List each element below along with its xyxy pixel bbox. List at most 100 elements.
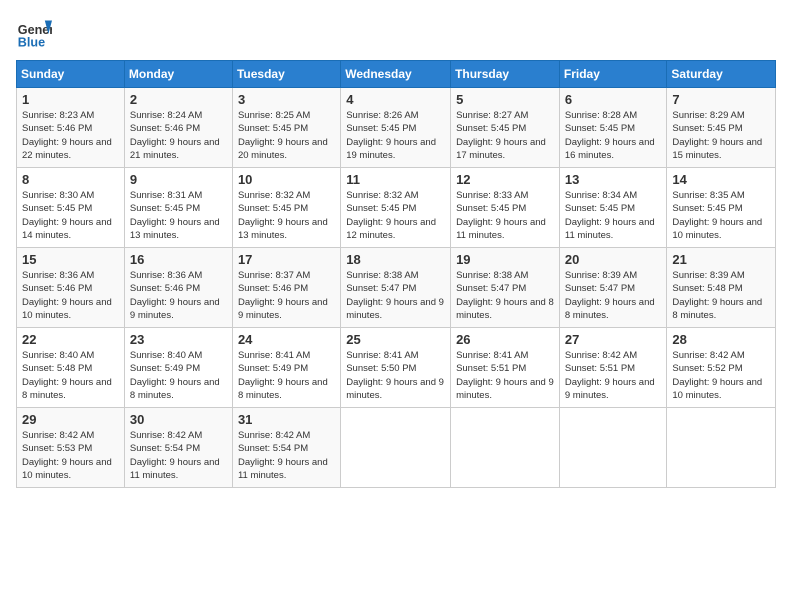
day-detail: Sunrise: 8:40 AMSunset: 5:49 PMDaylight:… xyxy=(130,349,227,402)
calendar-cell xyxy=(559,408,667,488)
page-header: General Blue xyxy=(16,16,776,52)
day-number: 8 xyxy=(22,172,119,187)
day-detail: Sunrise: 8:35 AMSunset: 5:45 PMDaylight:… xyxy=(672,189,770,242)
calendar-cell: 3 Sunrise: 8:25 AMSunset: 5:45 PMDayligh… xyxy=(232,88,340,168)
col-friday: Friday xyxy=(559,61,667,88)
day-number: 21 xyxy=(672,252,770,267)
day-number: 28 xyxy=(672,332,770,347)
day-number: 4 xyxy=(346,92,445,107)
day-detail: Sunrise: 8:34 AMSunset: 5:45 PMDaylight:… xyxy=(565,189,662,242)
calendar-cell xyxy=(341,408,451,488)
calendar-cell: 28 Sunrise: 8:42 AMSunset: 5:52 PMDaylig… xyxy=(667,328,776,408)
day-number: 30 xyxy=(130,412,227,427)
calendar-week-4: 22 Sunrise: 8:40 AMSunset: 5:48 PMDaylig… xyxy=(17,328,776,408)
day-detail: Sunrise: 8:23 AMSunset: 5:46 PMDaylight:… xyxy=(22,109,119,162)
calendar-cell xyxy=(451,408,560,488)
day-number: 24 xyxy=(238,332,335,347)
calendar-cell: 12 Sunrise: 8:33 AMSunset: 5:45 PMDaylig… xyxy=(451,168,560,248)
calendar-cell: 18 Sunrise: 8:38 AMSunset: 5:47 PMDaylig… xyxy=(341,248,451,328)
day-detail: Sunrise: 8:36 AMSunset: 5:46 PMDaylight:… xyxy=(130,269,227,322)
calendar-cell: 22 Sunrise: 8:40 AMSunset: 5:48 PMDaylig… xyxy=(17,328,125,408)
day-detail: Sunrise: 8:42 AMSunset: 5:54 PMDaylight:… xyxy=(238,429,335,482)
day-detail: Sunrise: 8:30 AMSunset: 5:45 PMDaylight:… xyxy=(22,189,119,242)
day-number: 17 xyxy=(238,252,335,267)
day-number: 25 xyxy=(346,332,445,347)
calendar-cell: 21 Sunrise: 8:39 AMSunset: 5:48 PMDaylig… xyxy=(667,248,776,328)
calendar-cell: 9 Sunrise: 8:31 AMSunset: 5:45 PMDayligh… xyxy=(124,168,232,248)
day-detail: Sunrise: 8:42 AMSunset: 5:53 PMDaylight:… xyxy=(22,429,119,482)
day-detail: Sunrise: 8:41 AMSunset: 5:50 PMDaylight:… xyxy=(346,349,445,402)
day-number: 18 xyxy=(346,252,445,267)
day-detail: Sunrise: 8:27 AMSunset: 5:45 PMDaylight:… xyxy=(456,109,554,162)
day-number: 5 xyxy=(456,92,554,107)
day-number: 26 xyxy=(456,332,554,347)
day-detail: Sunrise: 8:41 AMSunset: 5:49 PMDaylight:… xyxy=(238,349,335,402)
day-number: 1 xyxy=(22,92,119,107)
calendar-cell: 4 Sunrise: 8:26 AMSunset: 5:45 PMDayligh… xyxy=(341,88,451,168)
calendar-cell: 27 Sunrise: 8:42 AMSunset: 5:51 PMDaylig… xyxy=(559,328,667,408)
day-detail: Sunrise: 8:42 AMSunset: 5:51 PMDaylight:… xyxy=(565,349,662,402)
calendar-table: Sunday Monday Tuesday Wednesday Thursday… xyxy=(16,60,776,488)
day-detail: Sunrise: 8:36 AMSunset: 5:46 PMDaylight:… xyxy=(22,269,119,322)
day-detail: Sunrise: 8:28 AMSunset: 5:45 PMDaylight:… xyxy=(565,109,662,162)
logo: General Blue xyxy=(16,16,56,52)
day-number: 23 xyxy=(130,332,227,347)
calendar-cell: 2 Sunrise: 8:24 AMSunset: 5:46 PMDayligh… xyxy=(124,88,232,168)
calendar-cell: 14 Sunrise: 8:35 AMSunset: 5:45 PMDaylig… xyxy=(667,168,776,248)
day-number: 19 xyxy=(456,252,554,267)
day-detail: Sunrise: 8:32 AMSunset: 5:45 PMDaylight:… xyxy=(346,189,445,242)
day-detail: Sunrise: 8:39 AMSunset: 5:47 PMDaylight:… xyxy=(565,269,662,322)
calendar-week-1: 1 Sunrise: 8:23 AMSunset: 5:46 PMDayligh… xyxy=(17,88,776,168)
day-number: 7 xyxy=(672,92,770,107)
day-detail: Sunrise: 8:42 AMSunset: 5:52 PMDaylight:… xyxy=(672,349,770,402)
calendar-week-5: 29 Sunrise: 8:42 AMSunset: 5:53 PMDaylig… xyxy=(17,408,776,488)
calendar-cell: 26 Sunrise: 8:41 AMSunset: 5:51 PMDaylig… xyxy=(451,328,560,408)
col-monday: Monday xyxy=(124,61,232,88)
day-number: 29 xyxy=(22,412,119,427)
day-number: 11 xyxy=(346,172,445,187)
calendar-cell: 23 Sunrise: 8:40 AMSunset: 5:49 PMDaylig… xyxy=(124,328,232,408)
day-number: 9 xyxy=(130,172,227,187)
day-detail: Sunrise: 8:31 AMSunset: 5:45 PMDaylight:… xyxy=(130,189,227,242)
day-detail: Sunrise: 8:25 AMSunset: 5:45 PMDaylight:… xyxy=(238,109,335,162)
calendar-cell xyxy=(667,408,776,488)
calendar-cell: 13 Sunrise: 8:34 AMSunset: 5:45 PMDaylig… xyxy=(559,168,667,248)
day-number: 12 xyxy=(456,172,554,187)
calendar-cell: 19 Sunrise: 8:38 AMSunset: 5:47 PMDaylig… xyxy=(451,248,560,328)
calendar-cell: 10 Sunrise: 8:32 AMSunset: 5:45 PMDaylig… xyxy=(232,168,340,248)
day-detail: Sunrise: 8:26 AMSunset: 5:45 PMDaylight:… xyxy=(346,109,445,162)
col-sunday: Sunday xyxy=(17,61,125,88)
calendar-cell: 1 Sunrise: 8:23 AMSunset: 5:46 PMDayligh… xyxy=(17,88,125,168)
col-thursday: Thursday xyxy=(451,61,560,88)
day-detail: Sunrise: 8:38 AMSunset: 5:47 PMDaylight:… xyxy=(346,269,445,322)
calendar-cell: 31 Sunrise: 8:42 AMSunset: 5:54 PMDaylig… xyxy=(232,408,340,488)
day-detail: Sunrise: 8:41 AMSunset: 5:51 PMDaylight:… xyxy=(456,349,554,402)
day-number: 27 xyxy=(565,332,662,347)
calendar-cell: 8 Sunrise: 8:30 AMSunset: 5:45 PMDayligh… xyxy=(17,168,125,248)
day-number: 14 xyxy=(672,172,770,187)
day-detail: Sunrise: 8:39 AMSunset: 5:48 PMDaylight:… xyxy=(672,269,770,322)
calendar-cell: 6 Sunrise: 8:28 AMSunset: 5:45 PMDayligh… xyxy=(559,88,667,168)
day-number: 31 xyxy=(238,412,335,427)
calendar-cell: 11 Sunrise: 8:32 AMSunset: 5:45 PMDaylig… xyxy=(341,168,451,248)
day-detail: Sunrise: 8:32 AMSunset: 5:45 PMDaylight:… xyxy=(238,189,335,242)
day-number: 16 xyxy=(130,252,227,267)
calendar-week-3: 15 Sunrise: 8:36 AMSunset: 5:46 PMDaylig… xyxy=(17,248,776,328)
day-number: 6 xyxy=(565,92,662,107)
day-number: 15 xyxy=(22,252,119,267)
day-number: 22 xyxy=(22,332,119,347)
calendar-header-row: Sunday Monday Tuesday Wednesday Thursday… xyxy=(17,61,776,88)
col-saturday: Saturday xyxy=(667,61,776,88)
logo-icon: General Blue xyxy=(16,16,52,52)
day-number: 3 xyxy=(238,92,335,107)
day-number: 2 xyxy=(130,92,227,107)
calendar-cell: 25 Sunrise: 8:41 AMSunset: 5:50 PMDaylig… xyxy=(341,328,451,408)
day-detail: Sunrise: 8:33 AMSunset: 5:45 PMDaylight:… xyxy=(456,189,554,242)
day-number: 20 xyxy=(565,252,662,267)
day-number: 10 xyxy=(238,172,335,187)
calendar-cell: 20 Sunrise: 8:39 AMSunset: 5:47 PMDaylig… xyxy=(559,248,667,328)
calendar-cell: 29 Sunrise: 8:42 AMSunset: 5:53 PMDaylig… xyxy=(17,408,125,488)
day-detail: Sunrise: 8:37 AMSunset: 5:46 PMDaylight:… xyxy=(238,269,335,322)
svg-text:Blue: Blue xyxy=(18,36,45,50)
calendar-week-2: 8 Sunrise: 8:30 AMSunset: 5:45 PMDayligh… xyxy=(17,168,776,248)
